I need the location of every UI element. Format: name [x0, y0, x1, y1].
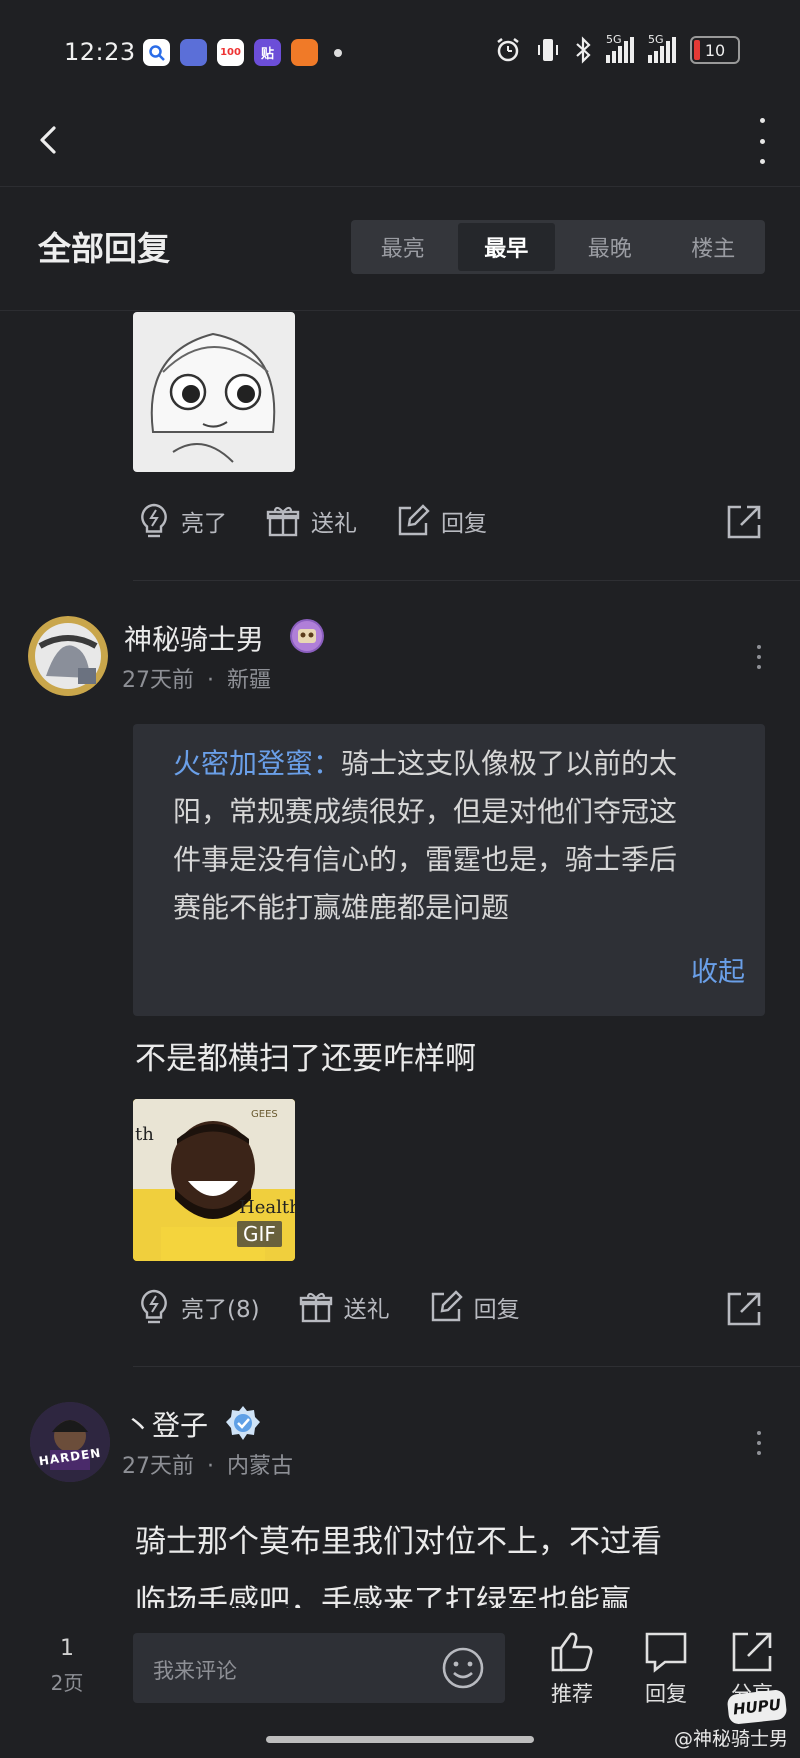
post2-time: 27天前 [122, 1454, 194, 1479]
back-arrow-icon [40, 126, 56, 154]
anime-girl-sticker [150, 332, 276, 463]
verified-badge-icon [224, 1404, 262, 1442]
comment-placeholder: 我来评论 [153, 1659, 237, 1683]
share-external-icon[interactable] [725, 503, 763, 541]
alarm-icon [497, 38, 519, 62]
edit-icon [431, 1290, 463, 1322]
user-badge-icon [290, 619, 324, 653]
bluetooth-icon [576, 36, 591, 64]
post1-meta: 27天前 · 新疆 [122, 668, 272, 693]
quote-body: 火密加登蜜：骑士这支队像极了以前的太 阳，常规赛成绩很好，但是对他们夺冠这 件事… [173, 747, 678, 924]
page-total: 2页 [50, 1671, 84, 1695]
tab-earliest[interactable]: 最早 [457, 223, 555, 271]
post0-gift-button[interactable]: 送礼 [265, 503, 357, 539]
page-indicator[interactable]: 1 2页 [42, 1636, 92, 1696]
hupu-logo: HUPU [726, 1689, 788, 1725]
vibrate-icon [538, 39, 558, 61]
user-avatar-image [28, 616, 108, 696]
replies-header: 全部回复 最亮 最早 最晚 楼主 [0, 186, 800, 311]
signal-5g-2: 5G [648, 33, 676, 63]
user-avatar-image [30, 1402, 110, 1482]
post2-username[interactable]: 丶登子 [124, 1404, 208, 1444]
reply-button[interactable]: 回复 [626, 1630, 706, 1708]
post1-reply-button[interactable]: 回复 [428, 1289, 520, 1325]
post2-meta: 27天前 · 内蒙古 [122, 1454, 294, 1479]
recommend-button[interactable]: 推荐 [532, 1630, 612, 1708]
post1-like-button[interactable]: 亮了(8) [137, 1288, 260, 1326]
thumbs-up-icon [551, 1632, 593, 1672]
sticker-image[interactable] [133, 312, 295, 472]
sort-tabs: 最亮 最早 最晚 楼主 [351, 220, 765, 274]
tab-brightest[interactable]: 最亮 [354, 223, 452, 271]
tab-op-only[interactable]: 楼主 [665, 223, 763, 271]
notification-app-icons: 100 贴 [143, 39, 342, 66]
divider [133, 580, 800, 581]
divider [133, 1366, 800, 1367]
more-notifications-dot [334, 48, 342, 57]
post1-username[interactable]: 神秘骑士男 [124, 618, 264, 658]
reaction-gif[interactable]: th Health GEES GIF [133, 1099, 295, 1261]
more-options-button[interactable] [754, 118, 770, 164]
post0-reply-button[interactable]: 回复 [395, 503, 487, 539]
lightbulb-icon [141, 503, 167, 538]
status-bar: 12:23 100 贴 5G 5G 10 [0, 0, 800, 100]
post1-time: 27天前 [122, 668, 194, 693]
post1-content: 不是都横扫了还要咋样啊 [135, 1041, 476, 1077]
quoted-reply: 火密加登蜜：骑士这支队像极了以前的太 阳，常规赛成绩很好，但是对他们夺冠这 件事… [133, 724, 765, 1016]
gift-icon [266, 506, 300, 537]
tab-latest[interactable]: 最晚 [561, 223, 659, 271]
home-indicator[interactable] [266, 1736, 534, 1743]
battery-fill [694, 40, 700, 60]
post1-avatar[interactable] [28, 616, 108, 696]
share-external-icon[interactable] [725, 1290, 763, 1328]
tieba-app-icon: 贴 [254, 39, 281, 66]
comment-bubble-icon [645, 1632, 687, 1673]
quote-author[interactable]: 火密加登蜜： [173, 747, 341, 780]
search-app-icon [143, 39, 170, 66]
share-external-icon [732, 1632, 772, 1672]
collapse-quote-button[interactable]: 收起 [691, 950, 745, 989]
orange-app-icon [291, 39, 318, 66]
gift-icon [299, 1292, 332, 1323]
post2-location: 内蒙古 [227, 1454, 294, 1479]
post2-avatar[interactable]: HARDEN [30, 1402, 110, 1482]
replies-title: 全部回复 [38, 229, 170, 268]
post1-actions: 亮了(8) 送礼 回复 [137, 1288, 558, 1326]
watermark: @神秘骑士男 [673, 1728, 788, 1750]
post0-like-button[interactable]: 亮了 [137, 502, 227, 540]
post0-actions: 亮了 送礼 回复 [137, 502, 525, 540]
comment-input[interactable]: 我来评论 [133, 1633, 505, 1703]
edit-icon [398, 504, 430, 536]
battery-indicator: 10 [690, 36, 740, 64]
signal-5g-1: 5G [606, 33, 634, 63]
system-icons: 5G 5G 10 [494, 33, 740, 64]
emoji-icon[interactable] [441, 1646, 485, 1690]
post1-more-button[interactable] [757, 645, 761, 669]
gif-badge: GIF [237, 1221, 282, 1247]
post1-location: 新疆 [227, 668, 272, 693]
game-app-icon [180, 39, 207, 66]
lightbulb-icon [141, 1289, 167, 1324]
top-nav [0, 100, 800, 187]
page-current: 1 [60, 1636, 74, 1661]
back-button[interactable] [30, 120, 70, 160]
post2-more-button[interactable] [757, 1431, 761, 1455]
post1-gift-button[interactable]: 送礼 [298, 1289, 390, 1325]
status-time: 12:23 [64, 38, 136, 66]
score-app-icon: 100 [217, 39, 244, 66]
